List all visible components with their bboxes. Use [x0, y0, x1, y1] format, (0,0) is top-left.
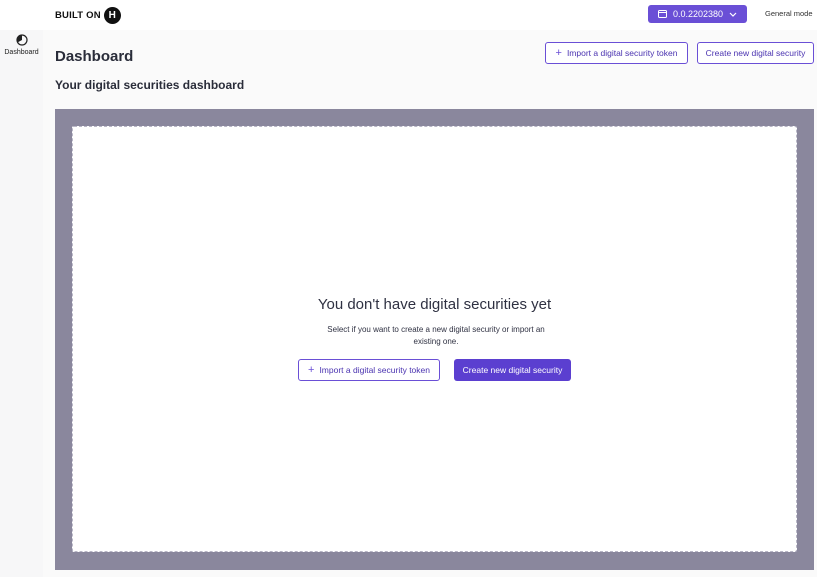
empty-state-title: You don't have digital securities yet	[317, 296, 552, 313]
empty-create-security-label: Create new digital security	[462, 365, 563, 375]
empty-import-token-button[interactable]: + Import a digital security token	[298, 359, 440, 381]
plus-icon: +	[308, 363, 315, 376]
sidebar-item-label: Dashboard	[4, 49, 39, 56]
empty-import-token-label: Import a digital security token	[319, 365, 430, 375]
empty-state-description: Select if you want to create a new digit…	[327, 325, 545, 346]
main-content: Dashboard Your digital securities dashbo…	[43, 30, 817, 577]
chevron-down-icon	[729, 12, 737, 17]
modal-overlay: You don't have digital securities yet Se…	[55, 109, 814, 570]
pie-chart-icon	[15, 34, 28, 46]
logo-text: BUILT ON	[55, 9, 101, 21]
built-on-logo[interactable]: BUILT ON H	[55, 5, 121, 25]
wallet-icon	[658, 10, 667, 18]
account-id: 0.0.2202380	[672, 9, 724, 19]
page-title: Dashboard	[55, 48, 134, 65]
plus-icon: +	[555, 46, 562, 59]
empty-create-security-button[interactable]: Create new digital security	[454, 359, 571, 381]
sidebar-item-dashboard[interactable]: Dashboard	[0, 34, 43, 64]
top-bar: BUILT ON H 0.0.2202380 General mode	[0, 0, 817, 30]
mode-toggle[interactable]: General mode	[765, 9, 813, 18]
create-security-label: Create new digital security	[705, 48, 806, 58]
empty-state-card: You don't have digital securities yet Se…	[72, 126, 797, 552]
section-title: Your digital securities dashboard	[55, 78, 245, 92]
account-selector-button[interactable]: 0.0.2202380	[648, 5, 747, 23]
logo-badge: H	[103, 6, 121, 24]
sidebar: Dashboard	[0, 30, 43, 577]
create-security-button[interactable]: Create new digital security	[697, 42, 814, 64]
import-token-button[interactable]: + Import a digital security token	[545, 42, 688, 64]
import-token-label: Import a digital security token	[566, 48, 678, 58]
